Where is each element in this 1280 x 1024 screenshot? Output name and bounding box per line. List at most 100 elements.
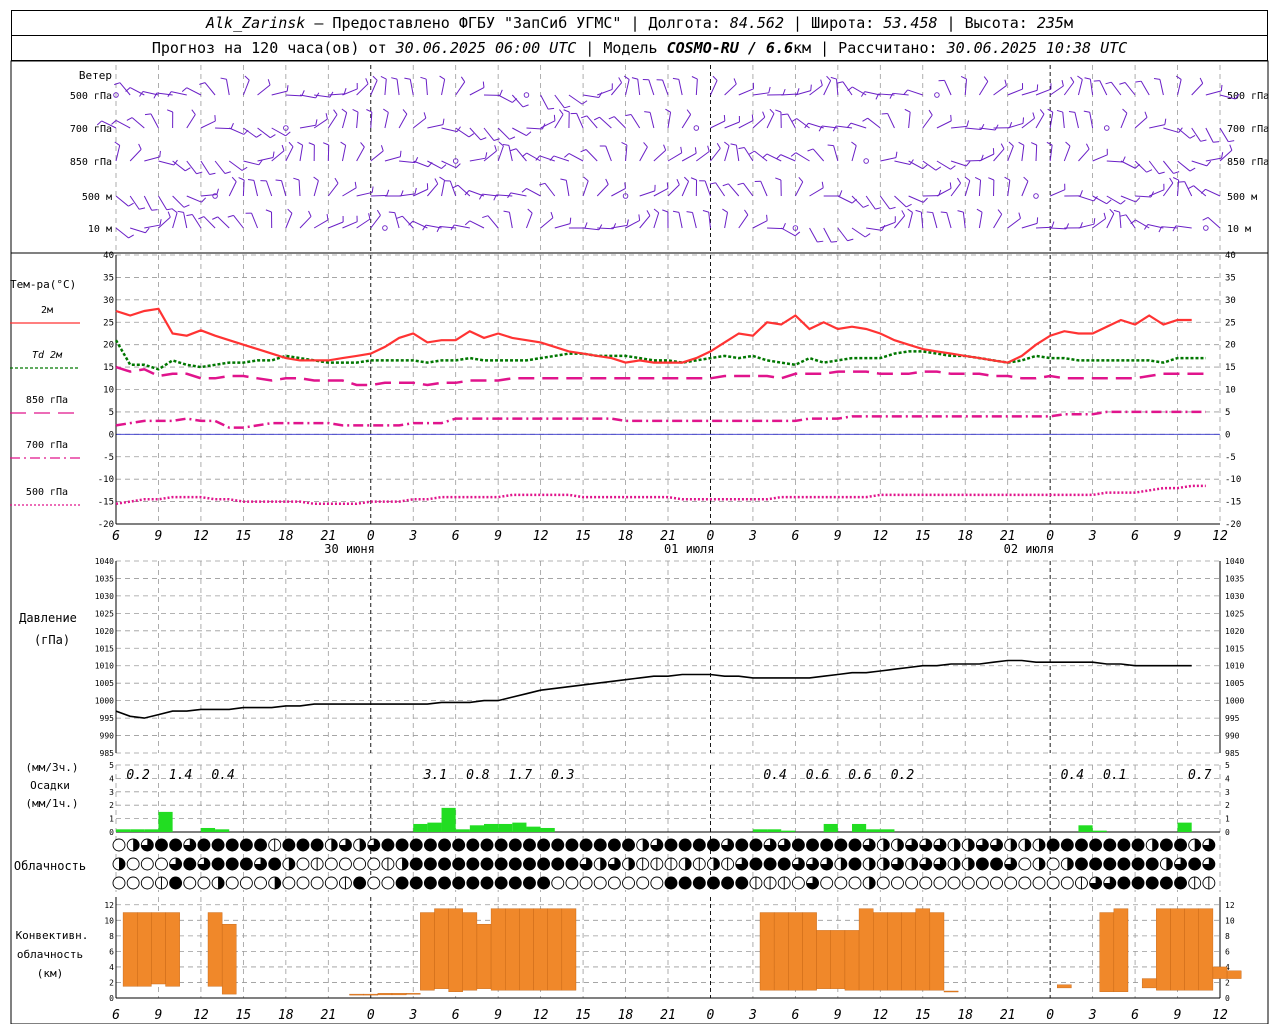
- x-tick-label: 6: [1131, 1008, 1139, 1023]
- wind-barb: [851, 227, 866, 238]
- y-tick-label-left: 4: [109, 774, 114, 783]
- wind-barb: [144, 224, 161, 229]
- x-tick-label: 12: [1212, 529, 1228, 544]
- wind-barb: [281, 180, 287, 197]
- cloud-symbol: [296, 876, 310, 890]
- wind-barb: [242, 79, 250, 96]
- y-tick-label-left: 12: [104, 901, 114, 910]
- cloud-fill: [679, 877, 692, 889]
- y-tick-label-right: 25: [1225, 318, 1236, 328]
- precipitation-panel: (мм/3ч.) Осадки (мм/1ч.) 5 5 4 4 3 3 2 2 1 1 0 0 0.…: [26, 761, 1230, 837]
- wind-barb-feather: [114, 141, 120, 146]
- x-tick-label: 12: [533, 1008, 549, 1023]
- cloud-symbol: [622, 876, 635, 890]
- date-label: 01 июля: [664, 542, 715, 556]
- cloud-fill: [1146, 877, 1159, 889]
- wind-barb-feather: [583, 176, 589, 182]
- cloud-fill: [968, 839, 975, 851]
- y-tick-label-right: 985: [1225, 749, 1240, 758]
- wind-barb-feather: [1220, 84, 1223, 91]
- wind-barb-feather: [272, 151, 275, 158]
- wind-barb-feather: [1065, 141, 1071, 147]
- wind-barb: [172, 160, 186, 172]
- convective-bar: [1141, 978, 1157, 989]
- wind-barb-feather: [702, 210, 709, 213]
- cloud-fill: [495, 877, 508, 889]
- convective-bar: [137, 912, 152, 987]
- conv-unit: (км): [37, 967, 64, 980]
- precip-bar: [866, 829, 881, 832]
- wind-barb-feather: [686, 211, 693, 213]
- wind-barb-feather: [493, 138, 500, 141]
- wind-barb: [233, 215, 244, 229]
- wind-barb-feather: [1061, 80, 1064, 87]
- wind-barb-feather: [441, 164, 447, 169]
- wind-barb: [413, 160, 429, 168]
- wind-barb: [285, 94, 302, 97]
- cloud-symbol: [324, 857, 338, 871]
- wind-barb: [540, 94, 549, 110]
- wind-barb: [483, 127, 495, 141]
- wind-barb: [115, 195, 129, 207]
- precip-bar: [200, 827, 216, 832]
- wind-barb: [441, 180, 446, 197]
- wind-barb-feather: [709, 182, 716, 185]
- wind-barb: [605, 145, 612, 162]
- x-tick-label: 15: [575, 529, 591, 544]
- convective-bar: [561, 908, 577, 991]
- wind-barb: [823, 80, 832, 96]
- y-tick-label-left: 5: [109, 761, 114, 770]
- wind-barb: [186, 195, 202, 203]
- precip-bar: [1177, 822, 1192, 832]
- wind-barb-feather: [625, 113, 632, 117]
- precip-3h-sum: 1.4: [169, 768, 192, 783]
- cloud-symbol: [353, 857, 367, 871]
- cloud-fill: [1039, 858, 1045, 870]
- wind-barb: [993, 213, 1003, 229]
- cloud-symbol: [1004, 876, 1018, 890]
- wind-barb-feather: [212, 216, 218, 220]
- wind-barb-feather: [846, 122, 852, 129]
- y-tick-label-right: 1000: [1225, 697, 1244, 706]
- wind-barb: [228, 181, 237, 197]
- y-tick-label-left: 6: [109, 947, 114, 956]
- wind-barb: [539, 155, 555, 162]
- cloud-fill: [990, 858, 1003, 870]
- wind-barb: [172, 195, 185, 208]
- precip-3h-sum: 0.4: [1061, 768, 1084, 783]
- y-tick-label-right: 35: [1225, 273, 1236, 283]
- cloud-fill: [897, 839, 904, 851]
- y-tick-label-right: 30: [1225, 296, 1236, 306]
- wind-barb-feather: [1093, 80, 1100, 82]
- wind-barb-feather: [716, 142, 721, 149]
- wind-barb: [1035, 113, 1045, 129]
- y-tick-label-left: 8: [109, 932, 114, 941]
- wind-barb-feather: [769, 108, 775, 114]
- wind-barb: [678, 79, 683, 96]
- precip-3h-sum: 0.2: [891, 768, 915, 783]
- wind-barb-feather: [281, 144, 285, 151]
- wind-barb: [1106, 195, 1121, 205]
- wind-barb-feather: [1153, 77, 1161, 80]
- wind-barb: [950, 160, 967, 167]
- cloud-fill: [402, 858, 409, 870]
- wind-barb-feather: [1056, 109, 1063, 113]
- cloud-fill: [169, 877, 182, 889]
- wind-barb: [851, 145, 857, 162]
- wind-barb-feather: [691, 76, 698, 80]
- wind-barb: [200, 194, 217, 197]
- cloud-fill: [297, 839, 309, 851]
- precip-3h-sum: 0.3: [551, 768, 574, 783]
- legend-label: 700 гПа: [26, 440, 68, 451]
- convective-bar: [873, 912, 888, 991]
- y-tick-label-left: 10: [104, 916, 114, 925]
- wind-barb: [1035, 226, 1053, 229]
- wind-barb-feather: [563, 109, 570, 113]
- wind-barb: [356, 83, 369, 96]
- wind-barb: [752, 92, 769, 96]
- wind-barb-feather: [216, 188, 219, 195]
- wind-barb: [1089, 112, 1094, 129]
- wind-barb: [908, 195, 924, 203]
- wind-barb-feather: [166, 208, 173, 211]
- wind-barb: [637, 79, 641, 96]
